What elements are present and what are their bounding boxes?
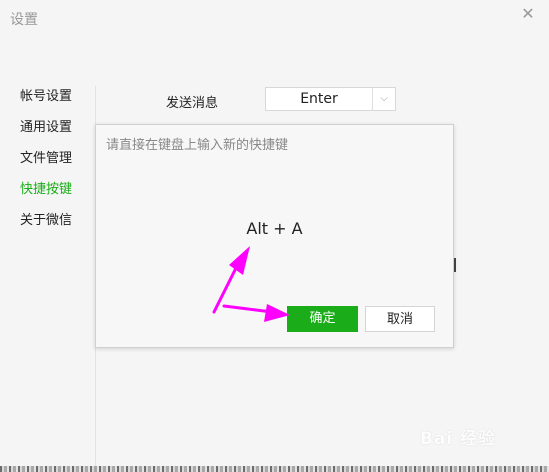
- send-message-value: Enter: [300, 91, 338, 107]
- settings-window: 设置 ✕ 帐号设置 通用设置 文件管理 快捷按键 关于微信 发送消息 Enter…: [0, 0, 549, 472]
- send-message-label: 发送消息: [166, 96, 219, 111]
- cancel-button[interactable]: 取消: [365, 306, 435, 332]
- bottom-strip: [0, 466, 549, 472]
- hidden-control-fragment: [454, 258, 459, 272]
- watermark-logo: Bai 经验: [420, 429, 497, 449]
- sidebar-item-files[interactable]: 文件管理: [20, 147, 72, 166]
- sidebar-item-about[interactable]: 关于微信: [20, 209, 72, 228]
- sidebar-item-account[interactable]: 帐号设置: [20, 85, 72, 104]
- shortcut-hint: 请直接在键盘上输入新的快捷键: [106, 138, 289, 153]
- send-message-select[interactable]: Enter ⌵: [265, 87, 396, 111]
- chevron-down-icon[interactable]: ⌵: [373, 88, 395, 110]
- window-title: 设置: [10, 12, 38, 28]
- ok-button[interactable]: 确定: [287, 306, 358, 332]
- shortcut-dialog: 请直接在键盘上输入新的快捷键 Alt + A 确定 取消: [95, 124, 454, 348]
- sidebar-item-shortcuts[interactable]: 快捷按键: [20, 178, 72, 197]
- close-icon[interactable]: ✕: [518, 4, 538, 24]
- sidebar-item-general[interactable]: 通用设置: [20, 116, 72, 135]
- shortcut-value[interactable]: Alt + A: [96, 219, 453, 238]
